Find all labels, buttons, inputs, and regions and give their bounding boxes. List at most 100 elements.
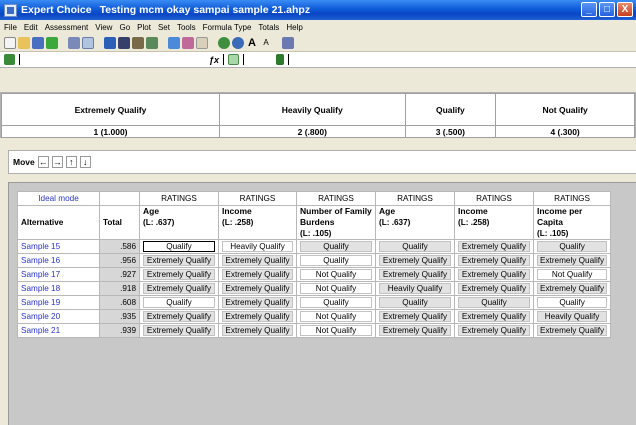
rating-cell[interactable]: Extremely Qualify: [222, 325, 293, 336]
alternative-name[interactable]: Sample 19: [17, 295, 100, 310]
alternative-name[interactable]: Sample 15: [17, 239, 100, 254]
arrow-up-icon[interactable]: ↑: [65, 156, 77, 168]
rating-cell[interactable]: Qualify: [379, 241, 451, 252]
rating-cell[interactable]: Extremely Qualify: [537, 325, 608, 336]
cut-icon[interactable]: [104, 36, 116, 49]
rating-cell[interactable]: Extremely Qualify: [458, 255, 530, 266]
intensity-name[interactable]: Heavily Qualify: [219, 93, 406, 126]
ideal-mode-label[interactable]: Ideal mode: [17, 191, 100, 206]
rating-cell[interactable]: Qualify: [537, 241, 608, 252]
rating-cell[interactable]: Extremely Qualify: [222, 269, 293, 280]
chart-icon[interactable]: [146, 36, 158, 49]
tree-icon[interactable]: [4, 54, 15, 65]
rating-cell[interactable]: Not Qualify: [300, 311, 372, 322]
rating-cell[interactable]: Heavily Qualify: [537, 311, 608, 322]
criterion-header[interactable]: Age (L: .637): [139, 205, 219, 240]
rating-cell[interactable]: Qualify: [379, 297, 451, 308]
rating-cell[interactable]: Qualify: [143, 297, 215, 308]
print-icon[interactable]: [68, 36, 80, 49]
save-icon[interactable]: [32, 36, 44, 49]
menu-assessment[interactable]: Assessment: [45, 23, 89, 32]
network-icon[interactable]: [282, 36, 294, 49]
preview-icon[interactable]: [82, 36, 94, 49]
rating-cell[interactable]: Extremely Qualify: [143, 325, 215, 336]
menu-formula-type[interactable]: Formula Type: [203, 23, 252, 32]
paste-icon[interactable]: [132, 36, 144, 49]
menu-totals[interactable]: Totals: [258, 23, 279, 32]
maximize-button[interactable]: □: [599, 2, 615, 17]
menu-plot[interactable]: Plot: [137, 23, 151, 32]
down-arrow-icon[interactable]: [168, 36, 180, 49]
rating-cell[interactable]: Extremely Qualify: [222, 283, 293, 294]
arrow-down-icon[interactable]: ↓: [79, 156, 91, 168]
rating-cell[interactable]: Extremely Qualify: [222, 255, 293, 266]
rating-cell[interactable]: Heavily Qualify: [222, 241, 293, 252]
font-size-icon[interactable]: A: [246, 37, 258, 49]
green-circle-icon[interactable]: [218, 36, 230, 49]
rating-cell[interactable]: Qualify: [458, 297, 530, 308]
check-icon[interactable]: [46, 36, 58, 49]
rating-cell[interactable]: Extremely Qualify: [143, 283, 215, 294]
intensity-name[interactable]: Extremely Qualify: [0, 93, 221, 126]
minimize-button[interactable]: _: [581, 2, 597, 17]
intensity-name[interactable]: Not Qualify: [495, 93, 635, 126]
rating-cell[interactable]: Qualify: [143, 241, 215, 252]
rating-cell[interactable]: Not Qualify: [300, 283, 372, 294]
copy-icon[interactable]: [118, 36, 130, 49]
alternative-name[interactable]: Sample 18: [17, 281, 100, 296]
rating-cell[interactable]: Extremely Qualify: [143, 269, 215, 280]
grid-icon[interactable]: [228, 54, 240, 65]
intensity-name[interactable]: Qualify: [404, 93, 497, 126]
rating-cell[interactable]: Extremely Qualify: [458, 311, 530, 322]
alternative-name[interactable]: Sample 17: [17, 267, 100, 282]
open-folder-icon[interactable]: [18, 36, 30, 49]
rating-cell[interactable]: Not Qualify: [300, 325, 372, 336]
rating-cell[interactable]: Qualify: [300, 297, 372, 308]
rating-cell[interactable]: Not Qualify: [537, 269, 608, 280]
formula-icon[interactable]: ƒx: [209, 55, 219, 65]
rating-cell[interactable]: Extremely Qualify: [379, 311, 451, 322]
blue-circle-icon[interactable]: [232, 36, 244, 49]
criterion-header[interactable]: Age (L: .637): [375, 205, 455, 240]
rating-cell[interactable]: Extremely Qualify: [143, 255, 215, 266]
filter-icon[interactable]: [182, 36, 194, 49]
rating-cell[interactable]: Extremely Qualify: [458, 283, 530, 294]
new-file-icon[interactable]: [4, 36, 16, 49]
rating-cell[interactable]: Qualify: [300, 241, 372, 252]
rating-cell[interactable]: Qualify: [300, 255, 372, 266]
rating-cell[interactable]: Not Qualify: [300, 269, 372, 280]
alternative-name[interactable]: Sample 16: [17, 253, 100, 268]
rating-cell[interactable]: Extremely Qualify: [537, 283, 608, 294]
alternative-name[interactable]: Sample 21: [17, 323, 100, 338]
menu-view[interactable]: View: [95, 23, 112, 32]
arrow-right-icon[interactable]: →: [51, 156, 63, 168]
alternative-name[interactable]: Sample 20: [17, 309, 100, 324]
rating-cell[interactable]: Extremely Qualify: [537, 255, 608, 266]
rating-cell[interactable]: Extremely Qualify: [458, 241, 530, 252]
rating-cell[interactable]: Extremely Qualify: [458, 325, 530, 336]
rating-cell[interactable]: Extremely Qualify: [143, 311, 215, 322]
rating-cell[interactable]: Qualify: [537, 297, 608, 308]
criterion-header[interactable]: Number of Family Burdens (L: .105): [296, 205, 376, 240]
rating-cell[interactable]: Extremely Qualify: [379, 255, 451, 266]
criterion-header[interactable]: Income per Capita (L: .105): [532, 205, 612, 240]
rating-cell[interactable]: Heavily Qualify: [379, 283, 451, 294]
bar-chart-icon[interactable]: [276, 54, 285, 65]
criterion-header[interactable]: Income (L: .258): [454, 205, 534, 240]
menu-set[interactable]: Set: [158, 23, 170, 32]
rating-cell[interactable]: Extremely Qualify: [222, 297, 293, 308]
rating-cell[interactable]: Extremely Qualify: [458, 269, 530, 280]
menu-edit[interactable]: Edit: [24, 23, 38, 32]
rating-cell[interactable]: Extremely Qualify: [379, 269, 451, 280]
rating-cell[interactable]: Extremely Qualify: [379, 325, 451, 336]
close-button[interactable]: X: [617, 2, 633, 17]
font-shrink-icon[interactable]: A: [260, 37, 272, 49]
settings-icon[interactable]: [196, 36, 208, 49]
menu-tools[interactable]: Tools: [177, 23, 196, 32]
menu-go[interactable]: Go: [119, 23, 130, 32]
criterion-header[interactable]: Income (L: .258): [218, 205, 297, 240]
rating-cell[interactable]: Extremely Qualify: [222, 311, 293, 322]
menu-file[interactable]: File: [4, 23, 17, 32]
arrow-left-icon[interactable]: ←: [37, 156, 49, 168]
menu-help[interactable]: Help: [286, 23, 302, 32]
